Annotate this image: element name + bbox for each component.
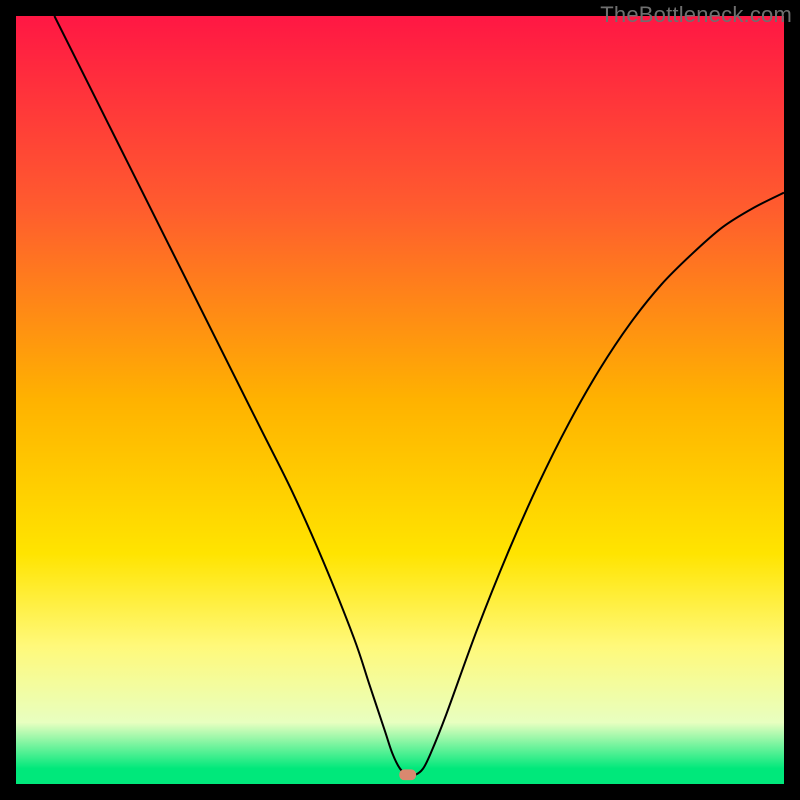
watermark-text: TheBottleneck.com xyxy=(600,2,792,28)
chart-container: TheBottleneck.com xyxy=(0,0,800,800)
optimal-marker xyxy=(399,769,416,780)
chart-svg xyxy=(16,16,784,784)
plot-area xyxy=(16,16,784,784)
gradient-background xyxy=(16,16,784,784)
